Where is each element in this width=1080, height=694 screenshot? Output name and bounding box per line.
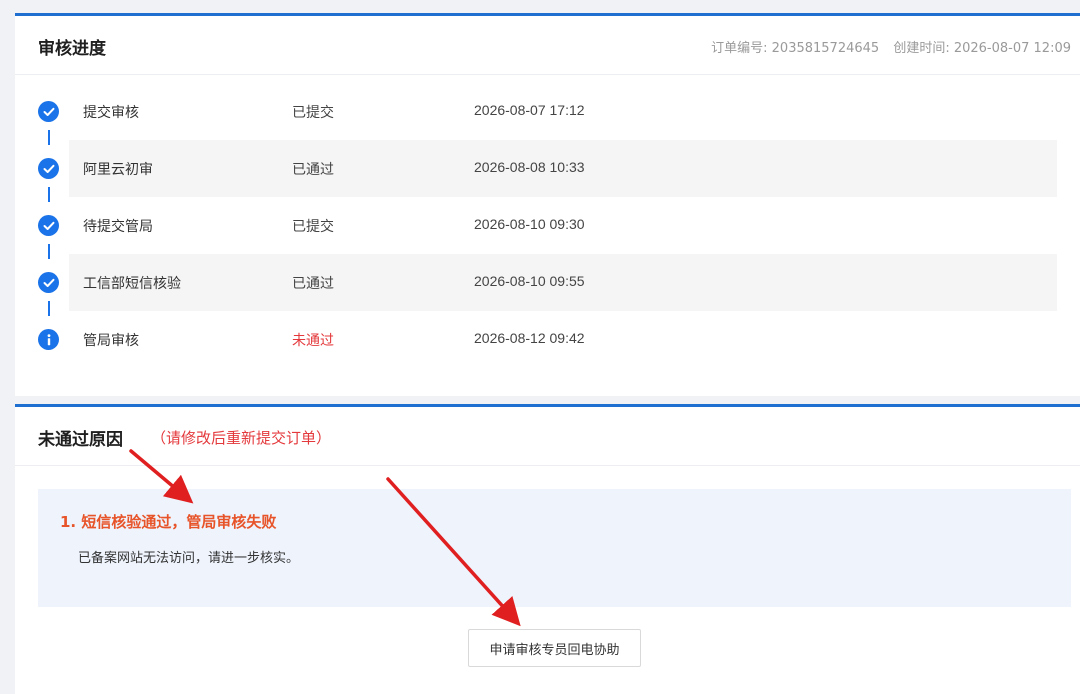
request-callback-button[interactable]: 申请审核专员回电协助 — [468, 629, 641, 667]
step-status: 已提交 — [292, 219, 334, 235]
reason-detail-box: 1. 短信核验通过，管局审核失败 已备案网站无法访问，请进一步核实。 — [38, 489, 1071, 607]
info-circle-icon — [38, 329, 59, 350]
check-circle-icon — [38, 101, 59, 122]
step-time: 2026-08-12 09:42 — [474, 330, 585, 346]
step-connector — [48, 301, 50, 316]
step-row: 工信部短信核验 已通过 2026-08-10 09:55 — [69, 254, 1057, 311]
step-name: 管局审核 — [83, 333, 139, 349]
step-status: 已通过 — [292, 276, 334, 292]
failure-reason-card: 未通过原因 （请修改后重新提交订单） 1. 短信核验通过，管局审核失败 已备案网… — [15, 404, 1080, 694]
reason-item-description: 已备案网站无法访问，请进一步核实。 — [78, 551, 300, 566]
step-time: 2026-08-07 17:12 — [474, 102, 585, 118]
step-status: 已通过 — [292, 162, 334, 178]
check-circle-icon — [38, 158, 59, 179]
created-time: 创建时间: 2026-08-07 12:09 — [893, 41, 1071, 56]
step-name: 阿里云初审 — [83, 162, 153, 178]
step-row: 待提交管局 已提交 2026-08-10 09:30 — [69, 197, 1057, 254]
step-connector — [48, 130, 50, 145]
step-name: 工信部短信核验 — [83, 276, 181, 292]
progress-title: 审核进度 — [38, 39, 106, 59]
step-time: 2026-08-08 10:33 — [474, 159, 585, 175]
step-name: 待提交管局 — [83, 219, 153, 235]
check-circle-icon — [38, 215, 59, 236]
step-status: 未通过 — [292, 333, 334, 349]
step-connector — [48, 187, 50, 202]
progress-header: 审核进度 订单编号: 2035815724645 创建时间: 2026-08-0… — [15, 16, 1080, 75]
review-progress-card: 审核进度 订单编号: 2035815724645 创建时间: 2026-08-0… — [15, 13, 1080, 396]
order-meta: 订单编号: 2035815724645 创建时间: 2026-08-07 12:… — [711, 37, 1071, 56]
step-connector — [48, 244, 50, 259]
step-name: 提交审核 — [83, 105, 139, 121]
step-row: 管局审核 未通过 2026-08-12 09:42 — [69, 311, 1057, 368]
step-status: 已提交 — [292, 105, 334, 121]
reason-title: 未通过原因 — [38, 430, 123, 450]
reason-header: 未通过原因 （请修改后重新提交订单） — [15, 407, 1080, 466]
order-number: 订单编号: 2035815724645 — [711, 41, 880, 56]
resubmit-hint: （请修改后重新提交订单） — [151, 429, 332, 447]
step-row: 阿里云初审 已通过 2026-08-08 10:33 — [69, 140, 1057, 197]
step-row: 提交审核 已提交 2026-08-07 17:12 — [69, 83, 1057, 140]
check-circle-icon — [38, 272, 59, 293]
step-time: 2026-08-10 09:30 — [474, 216, 585, 232]
step-time: 2026-08-10 09:55 — [474, 273, 585, 289]
reason-item-title: 1. 短信核验通过，管局审核失败 — [60, 513, 277, 531]
